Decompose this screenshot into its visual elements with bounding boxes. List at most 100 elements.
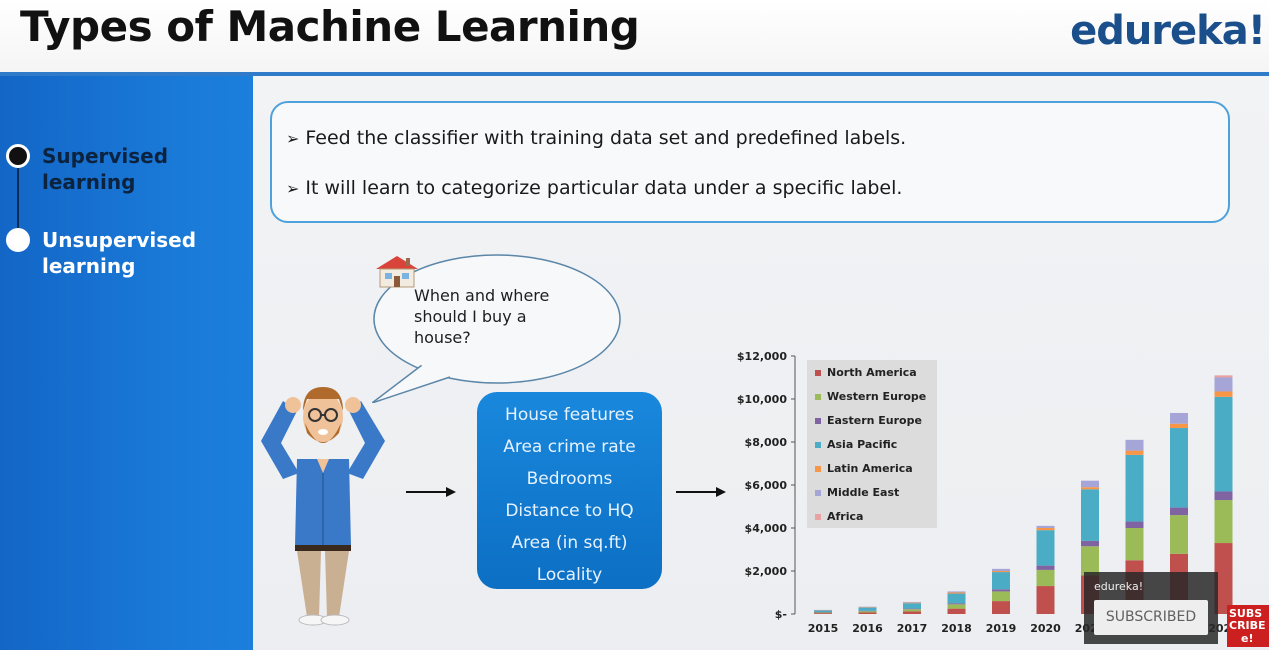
bar-segment: [858, 607, 877, 608]
bar-segment: [1081, 489, 1099, 541]
y-tick-label: $10,000: [737, 393, 787, 406]
sidebar-item-unsupervised: Unsupervised learning: [42, 227, 196, 279]
legend-swatch: [815, 490, 821, 496]
legend-swatch: [815, 466, 821, 472]
bar-segment: [858, 606, 877, 608]
legend-swatch: [815, 394, 821, 400]
bar-segment: [992, 591, 1010, 602]
bar-segment: [1170, 428, 1188, 508]
sidebar-item-label: Supervised: [42, 144, 169, 168]
legend-swatch: [815, 370, 821, 376]
bullet-item: ➢ Feed the classifier with training data …: [286, 127, 906, 149]
bar-segment: [1125, 439, 1144, 451]
bubble-line: When and where: [414, 286, 550, 305]
bar-segment: [1170, 507, 1188, 516]
bullet-text: Feed the classifier with training data s…: [305, 127, 907, 149]
edureka-logo: edureka!: [1070, 8, 1266, 54]
confused-person-illustration: [261, 387, 385, 626]
house-icon: [376, 256, 418, 288]
legend-label: Asia Pacific: [827, 438, 897, 451]
y-tick-label: $-: [775, 608, 787, 621]
legend-label: Western Europe: [827, 390, 926, 403]
bar-segment: [858, 611, 877, 613]
bar-segment: [1081, 487, 1099, 490]
bar-segment: [947, 603, 966, 605]
bar-segment: [992, 572, 1010, 590]
legend-swatch: [815, 418, 821, 424]
feature-item: House features: [505, 405, 634, 425]
legend-label: North America: [827, 366, 917, 379]
bar-segment: [903, 609, 921, 612]
y-tick-label: $8,000: [745, 436, 788, 449]
slide-title: Types of Machine Learning: [20, 2, 640, 51]
feature-item: Area crime rate: [503, 437, 636, 457]
legend-label: Eastern Europe: [827, 414, 922, 427]
bar-segment: [1214, 377, 1233, 392]
bar-segment: [1170, 412, 1188, 424]
x-tick-label: 2018: [941, 622, 972, 635]
sidebar-item-label: Unsupervised: [42, 228, 197, 252]
legend-label: Africa: [827, 510, 863, 523]
badge-text: e!: [1241, 632, 1254, 645]
bubble-text: When and where should I buy a house?: [414, 285, 584, 348]
bar-segment: [903, 603, 921, 609]
y-tick-label: $4,000: [745, 522, 788, 535]
badge-text: CRIBE: [1229, 619, 1266, 632]
bubble-line: should I buy a: [414, 307, 527, 326]
feature-item: Bedrooms: [526, 469, 613, 489]
bullet-arrow-icon: ➢: [286, 179, 300, 198]
bar-segment: [814, 612, 832, 613]
bullet-text: It will learn to categorize particular d…: [305, 177, 903, 199]
bar-segment: [947, 593, 966, 604]
bar-segment: [903, 602, 921, 604]
active-dot-icon: [6, 144, 30, 168]
bar-segment: [814, 609, 832, 611]
y-tick-label: $12,000: [737, 350, 787, 363]
y-tick-label: $6,000: [745, 479, 788, 492]
bar-segment: [1036, 528, 1055, 531]
x-tick-label: 2016: [852, 622, 883, 635]
features-box: House features Area crime rate Bedrooms …: [477, 392, 662, 589]
bar-segment: [992, 571, 1010, 573]
legend-swatch: [815, 442, 821, 448]
subscribe-badge-icon[interactable]: SUBS CRIBE e!: [1227, 605, 1269, 647]
bar-segment: [903, 601, 921, 603]
legend-swatch: [815, 514, 821, 520]
bar-segment: [1125, 521, 1144, 528]
bar-segment: [1214, 491, 1233, 501]
bar-segment: [992, 601, 1010, 614]
bar-segment: [1081, 546, 1099, 576]
timeline-connector: [17, 168, 19, 228]
bubble-line: house?: [414, 328, 471, 347]
x-tick-label: 2017: [897, 622, 928, 635]
bar-segment: [947, 608, 966, 614]
sidebar-item-label: learning: [42, 170, 136, 194]
bar-segment: [1170, 515, 1188, 554]
feature-item: Distance to HQ: [505, 501, 634, 521]
sidebar-item-label: learning: [42, 254, 136, 278]
bar-segment: [1170, 423, 1188, 429]
bar-segment: [1125, 528, 1144, 561]
badge-text: SUBS: [1229, 607, 1263, 620]
bar-segment: [1125, 450, 1144, 455]
bar-segment: [814, 613, 832, 614]
bar-segment: [903, 608, 921, 610]
subscribed-button[interactable]: SUBSCRIBED: [1094, 600, 1208, 635]
bar-segment: [1214, 500, 1233, 544]
bar-segment: [858, 612, 877, 614]
slide-header: Types of Machine Learning edureka!: [0, 0, 1269, 76]
bullet-arrow-icon: ➢: [286, 129, 300, 148]
bar-segment: [992, 568, 1010, 571]
slide-content: ➢ Feed the classifier with training data …: [253, 76, 1269, 650]
x-tick-label: 2020: [1030, 622, 1061, 635]
bar-segment: [858, 610, 877, 612]
bar-segment: [1081, 540, 1099, 547]
bar-segment: [903, 611, 921, 614]
bar-segment: [1125, 454, 1144, 522]
topic-sidebar: Supervised learning Unsupervised learnin…: [0, 76, 253, 650]
legend-label: Middle East: [827, 486, 899, 499]
legend-label: Latin America: [827, 462, 913, 475]
x-tick-label: 2019: [986, 622, 1017, 635]
bar-segment: [858, 607, 877, 611]
feature-item: Locality: [536, 565, 603, 585]
